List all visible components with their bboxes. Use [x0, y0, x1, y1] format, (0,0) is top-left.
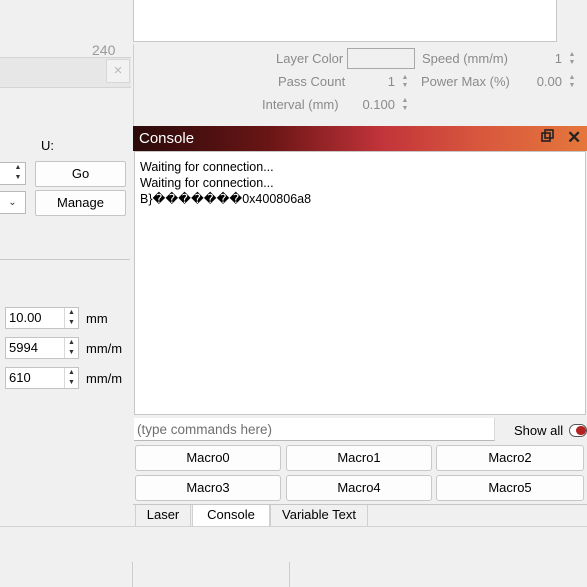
console-title: Console	[139, 130, 195, 147]
spin-arrows-icon[interactable]: ▲ ▼	[12, 163, 24, 183]
field-spinbox-1[interactable]: 10.00 ▲ ▼	[5, 307, 79, 329]
show-all-label: Show all	[514, 423, 564, 438]
spin-arrows-icon[interactable]: ▲ ▼	[64, 308, 78, 328]
field-value: 610	[9, 370, 31, 385]
status-bar	[0, 526, 587, 587]
layer-color-label: Layer Color	[276, 51, 344, 66]
field-value: 5994	[9, 340, 38, 355]
close-icon[interactable]: ✕	[567, 128, 581, 148]
spin-arrows-icon[interactable]: ▲ ▼	[64, 368, 78, 388]
chevron-down-icon[interactable]: ⌄	[0, 191, 26, 214]
u-spinbox[interactable]: ▲ ▼	[0, 162, 26, 185]
macro5-button[interactable]: Macro5	[436, 475, 584, 501]
console-titlebar[interactable]	[133, 126, 587, 151]
speed-label: Speed (mm/m)	[422, 51, 508, 66]
spin-arrows-icon[interactable]: ▲ ▼	[567, 51, 577, 67]
field-unit: mm	[86, 311, 108, 326]
macro2-button[interactable]: Macro2	[436, 445, 584, 471]
macro3-button[interactable]: Macro3	[135, 475, 281, 501]
show-all-toggle[interactable]	[569, 424, 587, 437]
field-unit: mm/m	[86, 341, 123, 356]
spin-arrows-icon[interactable]: ▲ ▼	[64, 338, 78, 358]
go-button[interactable]: Go	[35, 161, 126, 187]
layer-color-swatch[interactable]	[347, 48, 415, 69]
macro0-button[interactable]: Macro0	[135, 445, 281, 471]
pass-count-value[interactable]: 1	[360, 74, 395, 89]
console-line: Waiting for connection...	[140, 160, 274, 174]
speed-value[interactable]: 1	[530, 51, 562, 66]
status-divider	[132, 562, 133, 587]
spin-arrows-icon[interactable]: ▲ ▼	[400, 97, 410, 113]
u-axis-label: U:	[41, 138, 54, 153]
power-max-value[interactable]: 0.00	[525, 74, 562, 89]
console-line: Waiting for connection...	[140, 176, 274, 190]
tab-console[interactable]: Console	[192, 505, 270, 528]
field-spinbox-2[interactable]: 5994 ▲ ▼	[5, 337, 79, 359]
macro4-button[interactable]: Macro4	[286, 475, 432, 501]
ghost-number: 240	[92, 42, 116, 58]
macro1-button[interactable]: Macro1	[286, 445, 432, 471]
spin-arrows-icon[interactable]: ▲ ▼	[567, 74, 577, 90]
manage-button[interactable]: Manage	[35, 190, 126, 216]
console-output[interactable]: Waiting for connection... Waiting for co…	[134, 151, 586, 415]
field-value: 10.00	[9, 310, 42, 325]
power-max-label: Power Max (%)	[421, 74, 510, 89]
status-divider	[289, 562, 290, 587]
field-unit: mm/m	[86, 371, 123, 386]
layer-list[interactable]	[133, 0, 557, 42]
tab-variable-text[interactable]: Variable Text	[270, 505, 368, 527]
interval-label: Interval (mm)	[262, 97, 339, 112]
close-icon[interactable]: ×	[106, 59, 130, 83]
interval-value[interactable]: 0.100	[355, 97, 395, 112]
spin-arrows-icon[interactable]: ▲ ▼	[400, 74, 410, 90]
undock-icon[interactable]	[541, 129, 554, 145]
pass-count-label: Pass Count	[278, 74, 346, 89]
toggle-knob	[576, 426, 586, 435]
command-input[interactable]: (type commands here)	[134, 418, 495, 441]
field-spinbox-3[interactable]: 610 ▲ ▼	[5, 367, 79, 389]
divider	[0, 259, 130, 260]
tab-laser[interactable]: Laser	[135, 505, 191, 527]
console-line: B}�������0x400806a8	[140, 192, 312, 206]
